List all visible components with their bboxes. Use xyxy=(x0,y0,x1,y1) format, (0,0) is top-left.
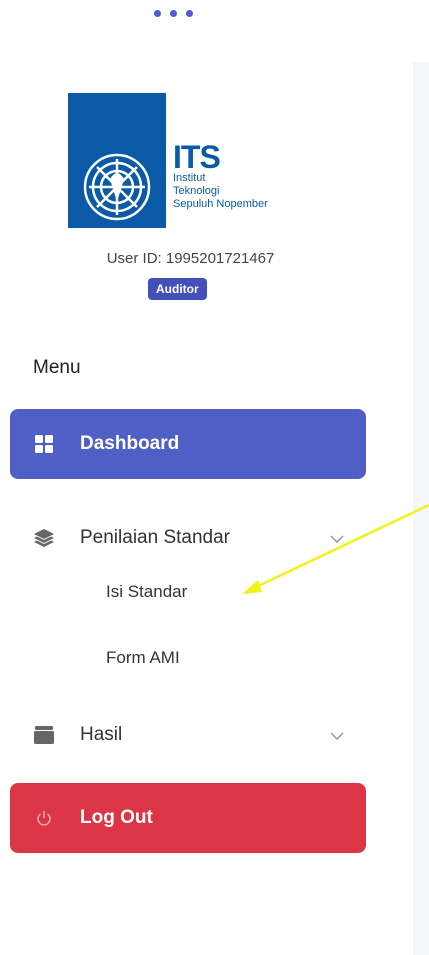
annotation-arrow xyxy=(242,503,429,594)
